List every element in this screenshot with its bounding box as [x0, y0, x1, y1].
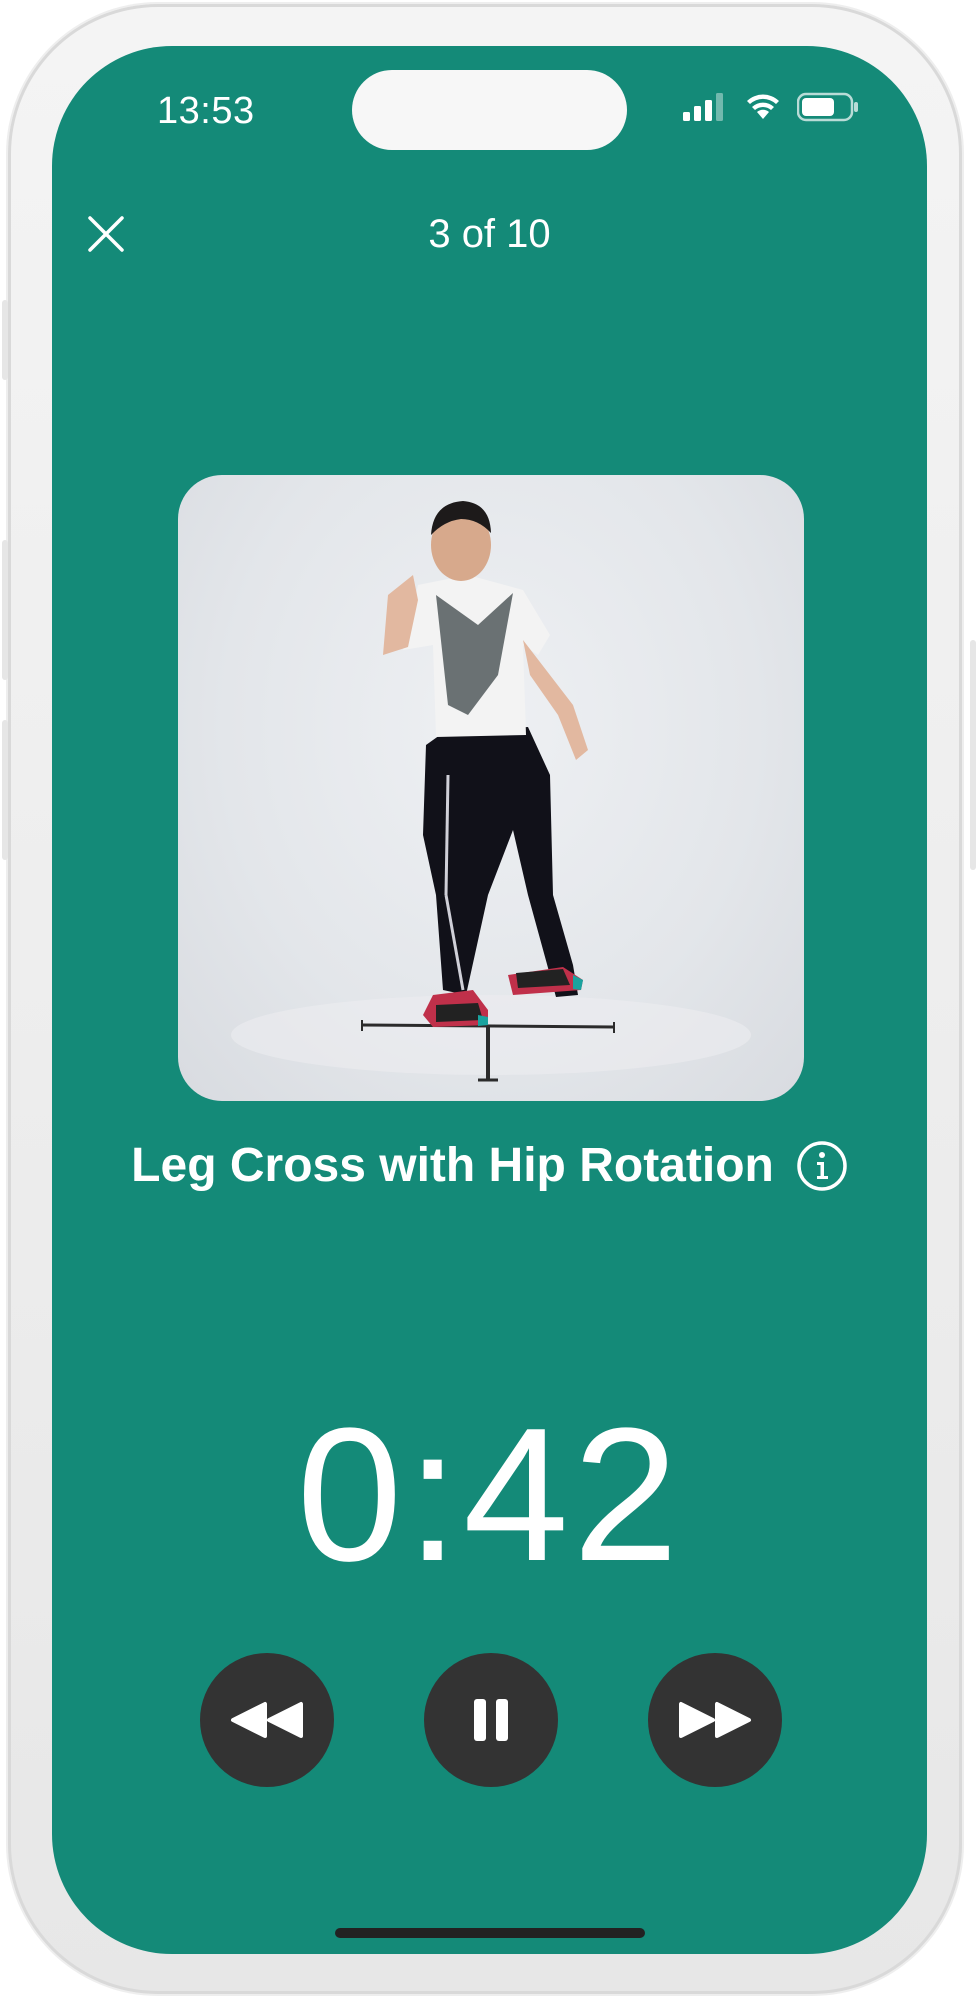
pause-button[interactable] — [424, 1653, 558, 1787]
volume-down-button — [2, 720, 8, 860]
info-icon[interactable] — [796, 1140, 848, 1192]
pause-icon — [474, 1699, 508, 1741]
exercise-title: Leg Cross with Hip Rotation — [131, 1139, 774, 1192]
action-button — [2, 300, 8, 380]
countdown-timer: 0:42 — [296, 1389, 683, 1601]
next-exercise-button[interactable] — [648, 1653, 782, 1787]
fast-forward-icon — [679, 1702, 751, 1738]
wifi-icon — [747, 94, 779, 119]
dynamic-island — [352, 70, 627, 150]
cellular-signal-icon — [683, 93, 723, 121]
rewind-icon — [231, 1702, 303, 1738]
exercise-progress-label: 3 of 10 — [428, 212, 551, 256]
athlete-illustration — [231, 501, 751, 1082]
status-icons — [683, 92, 859, 122]
status-time: 13:53 — [157, 90, 255, 132]
home-indicator[interactable] — [335, 1928, 645, 1938]
workout-screen: 13:53 3 of 10 Leg Cross with Hip Rotatio… — [52, 46, 927, 1954]
previous-exercise-button[interactable] — [200, 1653, 334, 1787]
exercise-title-row: Leg Cross with Hip Rotation — [52, 1138, 927, 1193]
power-button — [970, 640, 976, 870]
battery-icon — [797, 92, 858, 122]
exercise-demo-image — [178, 475, 804, 1101]
volume-up-button — [2, 540, 8, 680]
